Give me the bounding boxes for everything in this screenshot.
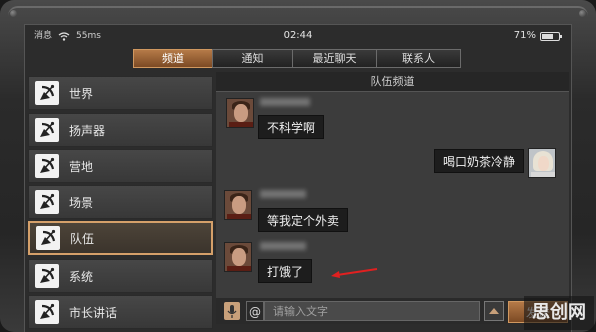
avatar-shirt (227, 266, 251, 271)
sidebar-item-label: 世界 (69, 86, 94, 101)
avatar[interactable] (224, 242, 252, 272)
frame-highlight (8, 6, 588, 20)
mention-button[interactable]: @ (246, 301, 264, 321)
chat-text-input[interactable] (264, 301, 480, 321)
satellite-dish-icon (36, 226, 60, 250)
blurred-username (260, 242, 306, 250)
sidebar-item-speaker[interactable]: 扬声器 (28, 113, 213, 147)
satellite-dish-icon (35, 81, 59, 105)
blurred-username (260, 98, 310, 106)
tab-notifications[interactable]: 通知 (212, 49, 293, 68)
chat-tabs: 频道 通知 最近聊天 联系人 (133, 49, 461, 68)
sidebar-item-mayor-speech[interactable]: 市长讲话 (28, 295, 213, 329)
chat-input-bar: @ 发送 (216, 298, 569, 324)
chat-message: 喝口奶茶冷静 (434, 149, 525, 173)
avatar[interactable] (528, 148, 556, 178)
battery-fill (542, 33, 554, 39)
status-bar: 消息 55ms 02:44 71% (24, 26, 572, 46)
avatar-shirt (531, 172, 555, 177)
sidebar-item-system[interactable]: 系统 (28, 259, 213, 293)
satellite-dish-icon (35, 190, 59, 214)
sidebar-item-world[interactable]: 世界 (28, 76, 213, 110)
chat-message: 等我定个外卖 (258, 208, 349, 232)
avatar-face (234, 104, 248, 122)
battery-icon (540, 31, 562, 41)
rivet-icon (10, 10, 17, 17)
blurred-username (260, 190, 306, 198)
channel-sidebar: 世界 扬声器 营地 场景 队伍 系统 市长讲话 (28, 72, 215, 332)
chat-message: 打饿了 (258, 259, 313, 283)
sidebar-item-camp[interactable]: 营地 (28, 149, 213, 183)
sidebar-item-scene[interactable]: 场景 (28, 185, 213, 219)
sidebar-item-label: 队伍 (70, 231, 95, 246)
sidebar-item-label: 营地 (69, 159, 94, 174)
red-arrow-icon (331, 268, 378, 278)
satellite-dish-icon (35, 154, 59, 178)
satellite-dish-icon (35, 300, 59, 324)
sidebar-item-label: 系统 (69, 269, 94, 284)
clock: 02:44 (283, 30, 313, 41)
tab-recent-chats[interactable]: 最近聊天 (292, 49, 377, 68)
satellite-dish-icon (35, 264, 59, 288)
sidebar-item-label: 扬声器 (69, 123, 106, 138)
avatar-face (232, 248, 246, 266)
avatar-shirt (229, 122, 253, 127)
chat-title: 队伍频道 (216, 72, 569, 92)
tab-contacts[interactable]: 联系人 (376, 49, 461, 68)
tab-channel[interactable]: 频道 (133, 49, 213, 68)
sidebar-item-team[interactable]: 队伍 (28, 221, 213, 255)
sidebar-item-label: 市长讲话 (69, 305, 118, 320)
avatar[interactable] (224, 190, 252, 220)
battery-tip (560, 34, 562, 38)
watermark-logo: 思创网 (524, 296, 594, 330)
avatar-face (232, 196, 246, 214)
rivet-icon (579, 10, 586, 17)
avatar-shirt (227, 214, 251, 219)
expand-up-icon[interactable] (484, 301, 504, 321)
avatar[interactable] (226, 98, 254, 128)
battery-percent: 71% (513, 30, 536, 41)
microphone-icon[interactable] (224, 302, 240, 320)
satellite-dish-icon (35, 118, 59, 142)
chat-panel[interactable]: 队伍频道 不科学啊 喝口奶茶冷静 等我定个外卖 打饿了 (216, 72, 569, 298)
avatar-face (538, 156, 549, 171)
sidebar-item-label: 场景 (69, 195, 94, 210)
chat-message: 不科学啊 (258, 115, 325, 139)
